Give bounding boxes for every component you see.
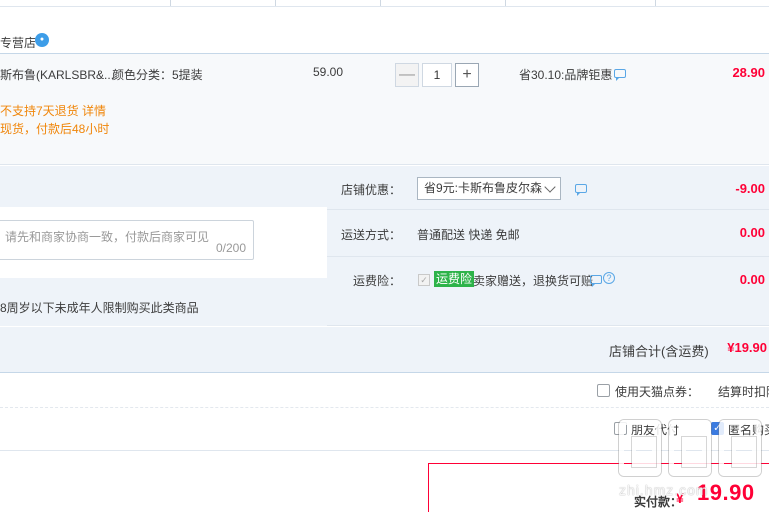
anonymous-purchase-label[interactable]: 匿名购买 bbox=[728, 421, 769, 438]
delivery-amount: 0.00 bbox=[739, 225, 765, 240]
delivery-row: 运送方式： 普通配送 快递 免邮 0.00 bbox=[327, 211, 769, 257]
shipping-time-notice: 现货，付款后48小时 bbox=[0, 122, 110, 136]
shipping-insurance-label: 运费险： bbox=[352, 274, 401, 288]
use-points-label[interactable]: 使用天猫点券： bbox=[615, 383, 699, 400]
buyer-message-input[interactable]: 请先和商家协商一致，付款后商家可见 0/200 bbox=[0, 220, 254, 260]
anonymous-purchase-checkbox[interactable]: ✓ bbox=[711, 422, 724, 435]
age-restriction-notice: 8周岁以下未成年人限制购买此类商品 bbox=[0, 301, 199, 315]
no-return-text: 不支持7天退货 bbox=[0, 104, 79, 118]
quantity-input[interactable]: 1 bbox=[422, 63, 452, 87]
order-item: 斯布鲁(KARLSBR&... 颜色分类：5提装 59.00 — 1 + 省30… bbox=[0, 53, 769, 165]
item-discount-text: 省30.10:品牌钜惠 bbox=[519, 68, 613, 82]
shipping-insurance-badge: 运费险 bbox=[434, 271, 475, 287]
delivery-label: 运送方式： bbox=[340, 228, 401, 242]
shop-coupon-amount: -9.00 bbox=[735, 181, 765, 196]
item-title-link[interactable]: 斯布鲁(KARLSBR&... bbox=[0, 66, 114, 83]
shop-name-link[interactable]: 专营店 bbox=[0, 34, 36, 51]
item-subtotal: 28.90 bbox=[732, 65, 765, 80]
chevron-down-icon bbox=[544, 181, 556, 193]
use-points-checkbox[interactable] bbox=[597, 384, 610, 397]
shop-total-row: 店铺合计(含运费) ¥19.90 bbox=[0, 327, 769, 373]
final-payment-currency: ¥ bbox=[676, 490, 684, 506]
header-divider bbox=[275, 0, 276, 6]
friend-pay-checkbox[interactable] bbox=[614, 422, 627, 435]
shop-coupon-label: 店铺优惠： bbox=[340, 183, 401, 197]
final-payment-amount: 19.90 bbox=[697, 480, 755, 505]
options-stripe bbox=[0, 166, 327, 207]
final-payment-label: 实付款： bbox=[634, 495, 683, 509]
shop-coupon-value: 省9元:卡斯布鲁皮尔森 bbox=[424, 181, 543, 195]
shipping-insurance-row: 运费险： ✓ 运费险 卖家赠送，退换货可赔 ? 0.00 bbox=[327, 258, 769, 326]
shipping-insurance-text: 卖家赠送，退换货可赔 bbox=[473, 274, 594, 288]
shipping-insurance-amount: 0.00 bbox=[739, 272, 765, 287]
header-divider bbox=[380, 0, 381, 6]
quantity-increase-button[interactable]: + bbox=[455, 63, 479, 87]
quantity-decrease-button[interactable]: — bbox=[395, 63, 419, 87]
info-badge-icon[interactable]: ● bbox=[35, 33, 49, 47]
order-option-rows: 店铺优惠： 省9元:卡斯布鲁皮尔森 -9.00 运送方式： 普通配送 快递 免邮… bbox=[327, 166, 769, 326]
message-char-counter: 0/200 bbox=[215, 241, 246, 255]
payment-options-row: 朋友代付 ✓ 匿名购买 bbox=[0, 409, 769, 451]
shipping-insurance-checkbox: ✓ bbox=[418, 274, 430, 286]
item-unit-price: 59.00 bbox=[313, 65, 344, 79]
chat-bubble-icon[interactable] bbox=[614, 69, 626, 81]
order-options: 请先和商家协商一致，付款后商家可见 0/200 8周岁以下未成年人限制购买此类商… bbox=[0, 166, 769, 326]
friend-pay-label[interactable]: 朋友代付 bbox=[631, 421, 679, 438]
item-sku: 颜色分类：5提装 bbox=[112, 68, 203, 82]
shop-total-amount: ¥19.90 bbox=[727, 340, 767, 355]
chat-bubble-icon[interactable] bbox=[590, 275, 602, 287]
return-policy-notice: 不支持7天退货 详情 bbox=[0, 102, 106, 119]
points-deduction-note: 结算时扣除 bbox=[718, 385, 769, 399]
return-policy-details-link[interactable]: 详情 bbox=[82, 104, 106, 118]
header-divider bbox=[655, 0, 656, 6]
header-divider bbox=[170, 0, 171, 6]
chat-bubble-icon[interactable] bbox=[575, 184, 587, 196]
points-row: 使用天猫点券： 结算时扣除 bbox=[0, 374, 769, 408]
table-header-strip bbox=[0, 0, 769, 7]
help-icon[interactable]: ? bbox=[603, 272, 615, 284]
shop-coupon-row: 店铺优惠： 省9元:卡斯布鲁皮尔森 -9.00 bbox=[327, 166, 769, 210]
shop-coupon-select[interactable]: 省9元:卡斯布鲁皮尔森 bbox=[417, 177, 561, 200]
header-divider bbox=[505, 0, 506, 6]
shop-total-label: 店铺合计(含运费) bbox=[609, 344, 709, 359]
message-placeholder: 请先和商家协商一致，付款后商家可见 bbox=[5, 230, 210, 244]
delivery-method: 普通配送 快递 免邮 bbox=[417, 228, 520, 242]
buyer-message-column: 请先和商家协商一致，付款后商家可见 0/200 8周岁以下未成年人限制购买此类商… bbox=[0, 166, 327, 326]
